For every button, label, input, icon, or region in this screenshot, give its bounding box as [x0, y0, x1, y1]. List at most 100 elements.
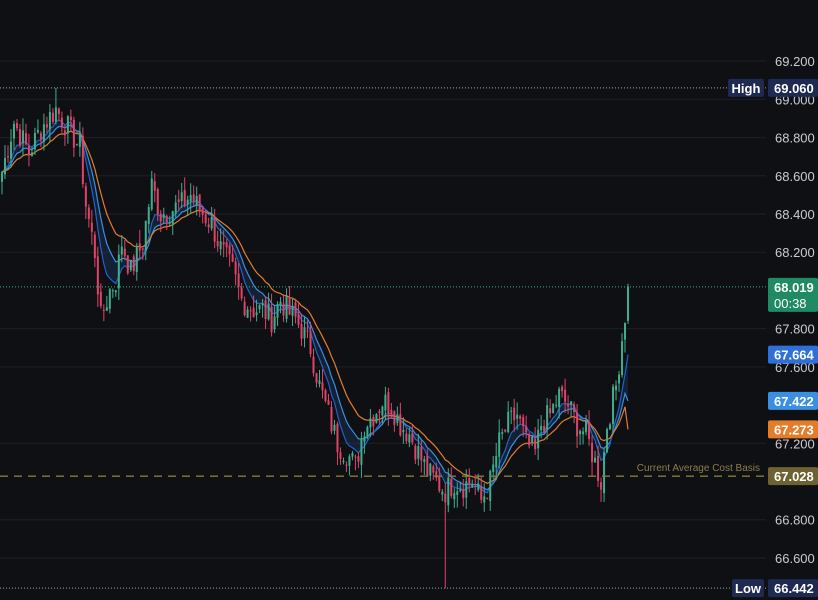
candle [486, 497, 489, 500]
candle [117, 244, 120, 300]
candle [402, 417, 405, 444]
candle [612, 384, 615, 432]
candle-body [216, 241, 219, 247]
candle-body [624, 322, 627, 340]
candle-body [378, 411, 381, 413]
candle-body [414, 445, 417, 460]
candle [507, 401, 510, 434]
candle-body [249, 310, 252, 312]
candle [339, 447, 342, 465]
candle-body [318, 380, 321, 384]
candle [603, 448, 606, 502]
candle-body [402, 429, 405, 433]
candle-body [426, 455, 429, 477]
candle [546, 398, 549, 440]
candle-body [333, 424, 336, 431]
candle [60, 111, 63, 133]
ma-slow-line [1, 130, 629, 484]
candle-body [219, 241, 222, 250]
candle [285, 288, 288, 323]
candle-body [309, 331, 312, 355]
candle [45, 116, 48, 134]
candle-body [603, 452, 606, 494]
candle-body [15, 123, 18, 129]
candle [354, 454, 357, 471]
candle-body [597, 455, 600, 481]
candle [432, 464, 435, 480]
ma-slow-tag: 67.273 [768, 420, 818, 439]
candle-body [585, 420, 588, 433]
candle-body [42, 124, 45, 142]
candle-body [12, 123, 15, 139]
candle [18, 123, 21, 148]
candle-body [444, 493, 447, 503]
candle-body [204, 214, 207, 224]
candle [567, 395, 570, 415]
candle-body [552, 404, 555, 414]
candle-body [135, 246, 138, 273]
candle-body [375, 414, 378, 423]
candle-body [576, 412, 579, 437]
candle-body [240, 287, 243, 299]
candle [369, 408, 372, 437]
candle [225, 238, 228, 258]
candle [594, 450, 597, 463]
candle-body [93, 234, 96, 259]
candle-body [24, 132, 27, 145]
candle-body [180, 192, 183, 202]
candle [330, 401, 333, 435]
candle [450, 467, 453, 499]
candle-body [207, 224, 210, 228]
candle [135, 242, 138, 281]
candle-body [30, 152, 33, 156]
candle [54, 87, 57, 125]
candle [72, 116, 75, 157]
candle-body [480, 486, 483, 500]
candle-body [27, 145, 30, 156]
candle-body [150, 178, 153, 210]
candle-body [267, 303, 270, 320]
last-price-text: 68.019 [774, 280, 814, 295]
candle [171, 210, 174, 235]
candle-body [1, 172, 3, 182]
candle-body [102, 309, 105, 312]
candle-body [420, 446, 423, 461]
candle-body [558, 388, 561, 407]
candle [126, 255, 129, 276]
candle [534, 427, 537, 455]
candle-body [48, 111, 51, 130]
candle [327, 394, 330, 406]
candle [276, 301, 279, 326]
candle-body [201, 207, 204, 216]
candle-body [96, 256, 99, 295]
candle-body [234, 261, 237, 275]
candle [207, 217, 210, 234]
candle [549, 399, 552, 418]
candle-body [75, 143, 78, 145]
candle-body [303, 327, 306, 339]
candle [1, 171, 3, 195]
candle-body [465, 481, 468, 498]
candle [351, 450, 354, 461]
candle [12, 120, 15, 151]
candle [99, 283, 102, 309]
candle-body [63, 130, 66, 136]
price-chart[interactable]: Current Average Cost Basis 69.20069.0006… [0, 0, 818, 600]
candle-body [186, 199, 189, 205]
candle [504, 428, 507, 433]
candle [513, 398, 516, 432]
candle [210, 206, 213, 231]
candle [87, 204, 90, 228]
candle [333, 419, 336, 435]
candle-body [525, 426, 528, 433]
candle-body [39, 133, 42, 140]
candle [234, 257, 237, 286]
cost-basis-tag-text: 67.028 [774, 469, 814, 484]
candle-body [339, 452, 342, 459]
candle-body [438, 476, 441, 491]
candle-body [273, 316, 276, 330]
candle-body [447, 477, 450, 506]
candle-body [174, 202, 177, 214]
candle-body [255, 312, 258, 316]
candle [249, 306, 252, 322]
